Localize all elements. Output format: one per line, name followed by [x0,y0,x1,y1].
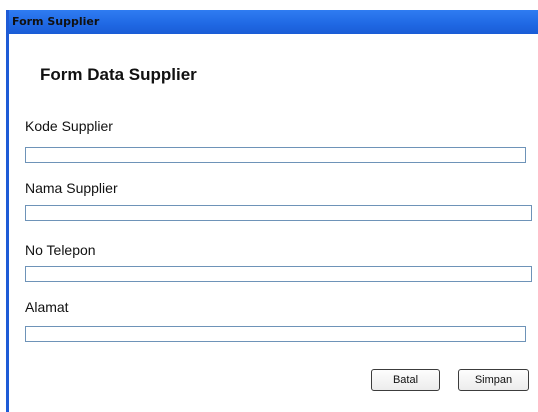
kode-supplier-input[interactable] [25,147,526,163]
no-telepon-input[interactable] [25,266,532,282]
simpan-button[interactable]: Simpan [458,369,529,391]
form-supplier-window: Form Supplier Form Data Supplier Kode Su… [0,0,538,412]
nama-supplier-input[interactable] [25,205,532,221]
no-telepon-label: No Telepon [25,242,96,258]
window-title: Form Supplier [12,15,100,28]
nama-supplier-label: Nama Supplier [25,180,118,196]
alamat-input[interactable] [25,326,526,342]
alamat-label: Alamat [25,299,69,315]
form-heading: Form Data Supplier [40,65,197,84]
kode-supplier-label: Kode Supplier [25,118,113,134]
window-left-border [6,10,9,412]
batal-button[interactable]: Batal [371,369,440,391]
